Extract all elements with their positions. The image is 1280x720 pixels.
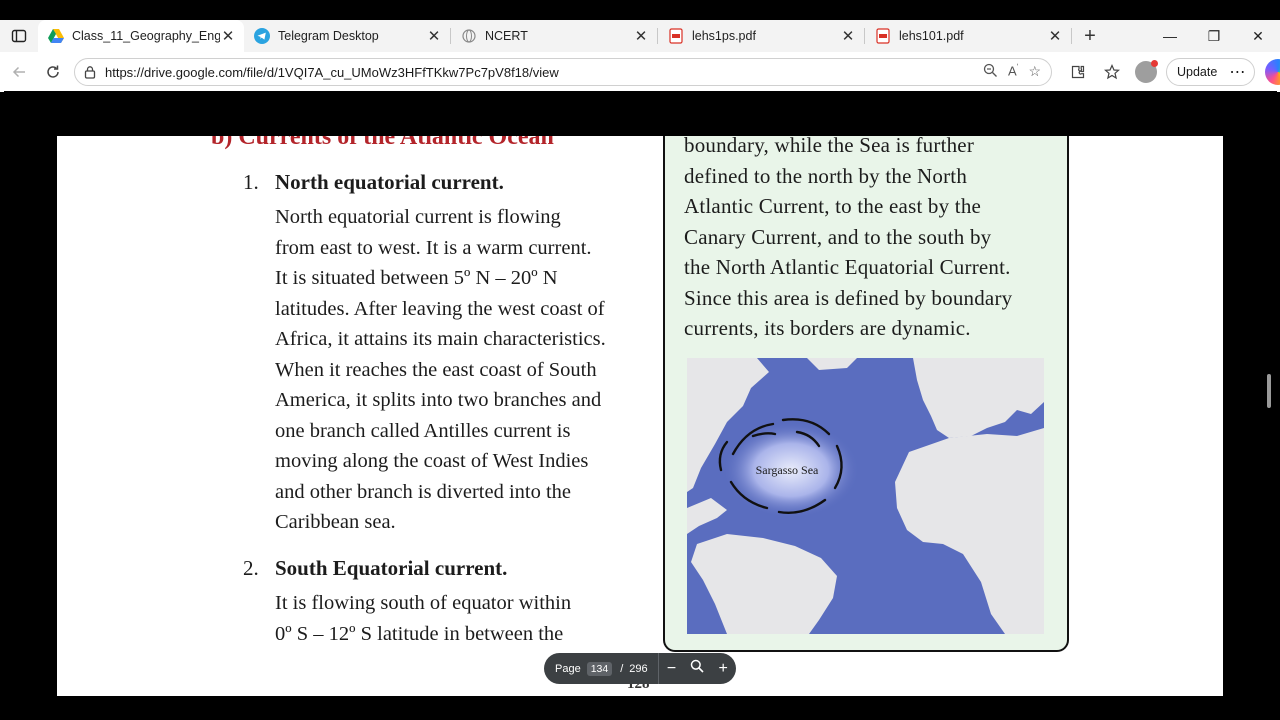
text-line: Caribbean sea. [275,511,396,533]
more-menu-icon[interactable]: ⋯ [1229,62,1246,82]
back-button[interactable] [2,56,36,88]
text-line: It is situated between 5º N – 20º N [275,267,558,289]
item-paragraph: It is flowing south of equator within 0º… [275,588,614,649]
close-icon[interactable]: ✕ [1047,27,1063,45]
tab-actions-icon [11,29,27,43]
text-line: North equatorial current is flowing [275,206,561,228]
item-title: North equatorial current. [275,170,504,194]
text-line: currents, its borders are dynamic. [684,316,971,340]
tab-label: Telegram Desktop [278,29,379,43]
tab-label: NCERT [485,29,528,43]
update-button[interactable]: Update ⋯ [1166,58,1256,86]
tab-lehs101[interactable]: lehs101.pdf ✕ [865,20,1071,52]
tab-ncert[interactable]: NCERT ✕ [451,20,657,52]
minimize-icon[interactable]: — [1148,20,1192,52]
tab-telegram[interactable]: Telegram Desktop ✕ [244,20,450,52]
close-icon[interactable]: ✕ [840,27,856,45]
zoom-icon[interactable] [983,63,998,81]
back-arrow-icon [12,66,25,78]
tab-label: lehs1ps.pdf [692,29,756,43]
favorite-star-icon[interactable]: ☆ [1028,63,1041,81]
tab-actions-button[interactable] [0,20,38,52]
restore-icon[interactable]: ❐ [1192,20,1236,52]
text-line: boundary, while the Sea is further [684,136,975,157]
info-box: boundary, while the Sea is further defin… [663,136,1069,652]
item-number: 1. [243,170,259,194]
text-line: America, it splits into two branches and [275,389,602,411]
bottom-strip [0,696,1280,720]
text-line: It is flowing south of equator within [275,592,572,614]
item-number: 2. [243,556,259,580]
page-label: Page [555,662,581,675]
map-graphic: Sargasso Sea [687,358,1044,634]
new-tab-button[interactable]: + [1072,25,1108,48]
text-line: Atlantic Current, to the east by the [684,194,982,218]
reload-icon [47,65,59,78]
pdf-icon [875,28,891,44]
document-page: b) Currents of the Atlantic Ocean 1. Nor… [57,136,1223,696]
magnifier-icon [691,659,704,673]
tab-lehs1ps[interactable]: lehs1ps.pdf ✕ [658,20,864,52]
text-line: 0º S – 12º S latitude in between the [275,622,564,645]
close-icon[interactable]: ✕ [633,27,649,45]
google-drive-icon [48,28,64,44]
globe-icon [461,28,477,44]
zoom-out-button[interactable]: − [659,660,685,678]
zoom-in-button[interactable]: + [710,660,736,678]
scrollbar-thumb[interactable] [1267,374,1271,408]
text-line: Africa, it attains its main characterist… [275,328,606,350]
text-line: moving along the coast of West Indies [275,450,589,472]
tab-label: lehs101.pdf [899,29,964,43]
text-line: one branch called Antilles current is [275,419,571,442]
tab-bar: Class_11_Geography_English_I ✕ Telegram … [0,20,1280,52]
text-line: defined to the north by the North [684,163,968,188]
sargasso-sea-label: Sargasso Sea [756,463,819,477]
profile-avatar-button[interactable] [1132,58,1160,86]
top-strip [0,0,1280,20]
site-info-icon[interactable] [75,65,105,79]
close-window-icon[interactable]: ✕ [1236,20,1280,52]
text-line: Canary Current, and to the south by [684,224,992,249]
page-separator: / [620,662,624,675]
box-paragraph: boundary, while the Sea is further defin… [684,136,1049,344]
read-aloud-icon[interactable]: Aʼ [1008,63,1018,81]
url-text: https://drive.google.com/file/d/1VQI7A_c… [105,64,559,80]
page-navigation-toolbar: Page 134 / 296 − + [544,653,736,684]
window-controls: — ❐ ✕ [1148,20,1280,52]
text-line: When it reaches the east coast of South [275,358,597,381]
tab-class-11-geography[interactable]: Class_11_Geography_English_I ✕ [38,20,244,52]
extensions-icon[interactable] [1064,58,1092,86]
text-line: from east to west. It is a warm current. [275,236,592,259]
zoom-reset-button[interactable] [684,659,710,678]
telegram-icon [254,28,270,44]
text-line: and other branch is diverted into the [275,480,572,503]
text-line: latitudes. After leaving the west coast … [275,297,605,320]
pdf-icon [668,28,684,44]
close-icon[interactable]: ✕ [426,27,442,45]
tab-label: Class_11_Geography_English_I [72,29,220,43]
avatar [1135,60,1158,83]
page-number-input[interactable]: 134 [586,661,613,676]
text-line: Since this area is defined by boundary [684,285,1013,310]
sargasso-sea-map: Sargasso Sea [687,358,1044,634]
address-row: https://drive.google.com/file/d/1VQI7A_c… [0,52,1280,92]
copilot-icon[interactable] [1265,59,1280,85]
close-icon[interactable]: ✕ [220,27,236,45]
reload-button[interactable] [36,56,70,88]
text-line: the North Atlantic Equatorial Current. [684,255,1011,279]
address-bar[interactable]: https://drive.google.com/file/d/1VQI7A_c… [74,58,1052,86]
total-pages: 296 [629,662,648,675]
item-paragraph: North equatorial current is flowing from… [275,202,614,538]
section-heading: b) Currents of the Atlantic Ocean [211,136,554,150]
item-title: South Equatorial current. [275,556,508,580]
update-label: Update [1177,65,1218,79]
collections-icon[interactable] [1098,58,1126,86]
